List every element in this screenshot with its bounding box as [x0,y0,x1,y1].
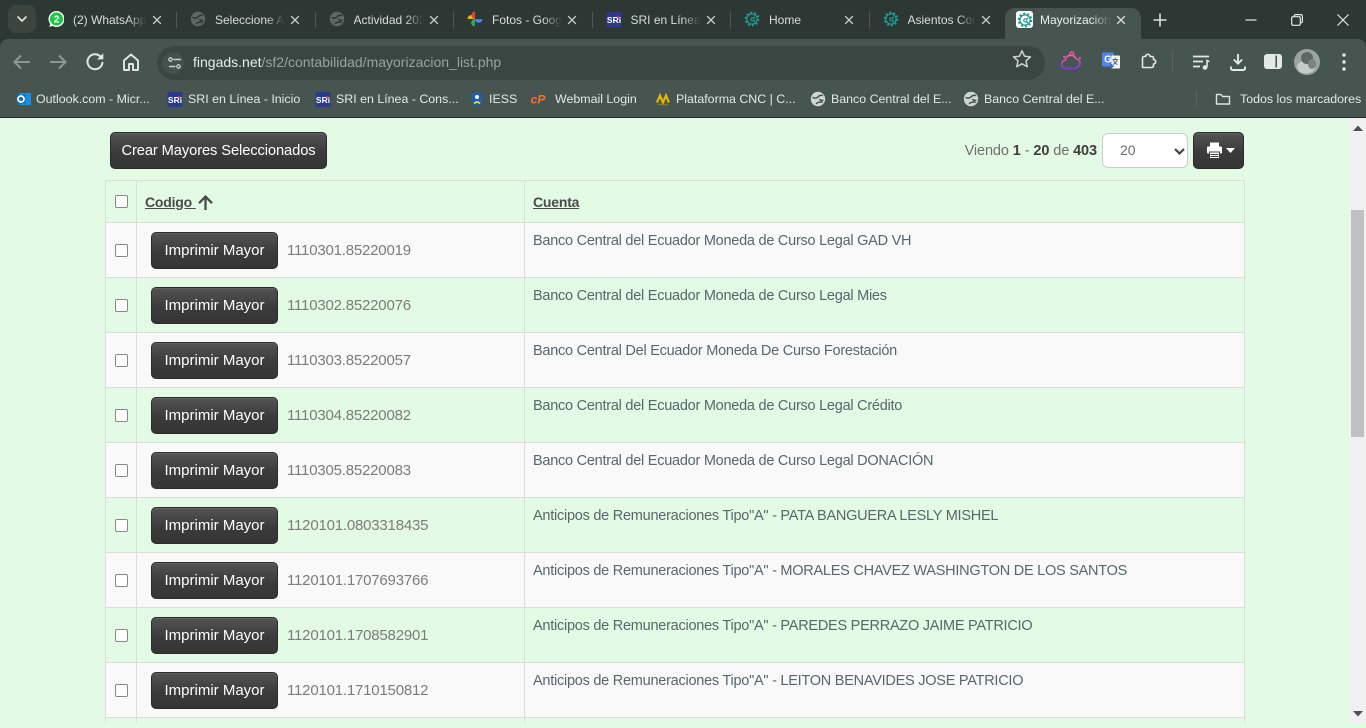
svg-text:cP: cP [531,93,546,107]
svg-text:2: 2 [54,14,60,25]
